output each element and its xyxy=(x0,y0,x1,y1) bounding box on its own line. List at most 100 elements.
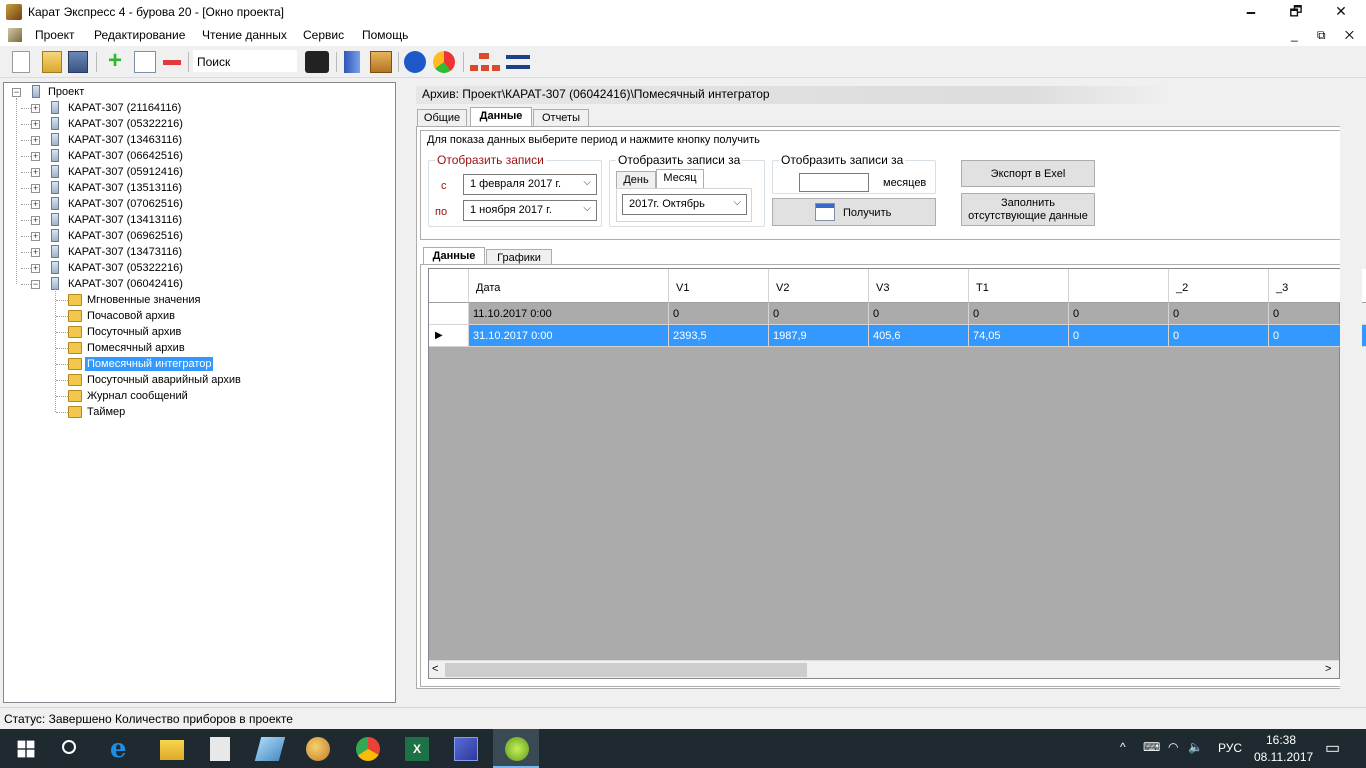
tree-device-item[interactable]: КАРАТ-307 (05322216) xyxy=(68,118,183,130)
column-header[interactable]: V3 xyxy=(869,269,969,303)
column-header[interactable]: _2 xyxy=(1169,269,1269,303)
tab-reports[interactable]: Отчеты xyxy=(533,109,589,126)
horizontal-scrollbar[interactable]: < > xyxy=(429,660,1339,678)
calculator-icon[interactable] xyxy=(210,737,230,761)
notification-icon[interactable]: ▭ xyxy=(1325,738,1340,758)
tree-archive-item[interactable]: Посуточный аварийный архив xyxy=(85,373,243,387)
volume-icon[interactable]: 🔈 xyxy=(1188,740,1203,754)
tree-archive-item[interactable]: Журнал сообщений xyxy=(85,389,190,403)
expand-icon[interactable]: + xyxy=(31,152,40,161)
column-header[interactable] xyxy=(1069,269,1169,303)
table-cell[interactable]: 1987,9 xyxy=(769,325,869,347)
tree-device-item[interactable]: КАРАТ-307 (06042416) xyxy=(68,278,183,290)
book-icon[interactable] xyxy=(344,51,360,73)
collapse-icon[interactable]: − xyxy=(12,88,21,97)
tree-device-item[interactable]: КАРАТ-307 (05322216) xyxy=(68,262,183,274)
expand-icon[interactable]: + xyxy=(31,216,40,225)
expand-icon[interactable]: + xyxy=(31,136,40,145)
table-cell[interactable]: 74,05 xyxy=(969,325,1069,347)
tree-device-item[interactable]: КАРАТ-307 (21164116) xyxy=(68,102,181,114)
clock-date[interactable]: 08.11.2017 xyxy=(1254,750,1313,764)
menu-edit[interactable]: Редактирование xyxy=(94,28,185,42)
tree-device-item[interactable]: КАРАТ-307 (13513116) xyxy=(68,182,182,194)
search-icon[interactable] xyxy=(62,740,76,754)
edge-browser-icon[interactable]: e xyxy=(110,736,134,762)
table-cell[interactable]: 0 xyxy=(1069,325,1169,347)
tree-device-item[interactable]: КАРАТ-307 (13473116) xyxy=(68,246,182,258)
tree-device-item[interactable]: КАРАТ-307 (06962516) xyxy=(68,230,183,242)
row-selector[interactable] xyxy=(429,303,469,325)
expand-icon[interactable]: + xyxy=(31,248,40,257)
table-cell[interactable]: 0 xyxy=(1069,303,1169,325)
language-indicator[interactable]: РУС xyxy=(1218,741,1242,755)
scroll-right-icon[interactable]: > xyxy=(1325,663,1331,675)
expand-icon[interactable]: − xyxy=(31,280,40,289)
remote-desktop-icon[interactable] xyxy=(454,737,478,761)
new-file-icon[interactable] xyxy=(12,51,30,73)
from-date-picker[interactable]: 1 февраля 2017 г. ⌵ xyxy=(463,174,597,195)
expand-icon[interactable]: + xyxy=(31,232,40,241)
minimize-button[interactable]: 🗕 xyxy=(1228,0,1274,24)
tree-device-item[interactable]: КАРАТ-307 (13463116) xyxy=(68,134,182,146)
add-icon[interactable]: + xyxy=(104,49,126,73)
open-folder-icon[interactable] xyxy=(42,51,62,73)
tree-root-label[interactable]: Проект xyxy=(48,86,84,98)
tree-archive-item[interactable]: Помесячный интегратор xyxy=(85,357,214,371)
tree-archive-item[interactable]: Посуточный архив xyxy=(85,325,183,339)
months-count-input[interactable] xyxy=(799,173,869,192)
table-row[interactable]: ▶ 31.10.2017 0:00 2393,5 1987,9 405,6 74,05 0 0… xyxy=(429,325,1366,347)
menu-project[interactable]: Проект xyxy=(35,28,75,42)
table-cell[interactable]: 405,6 xyxy=(869,325,969,347)
tab-general[interactable]: Общие xyxy=(417,109,467,126)
mdi-window-buttons[interactable]: _ ⧉ ✕ xyxy=(1291,28,1362,43)
get-button[interactable]: Получить xyxy=(772,198,936,226)
period-tab-day[interactable]: День xyxy=(616,171,656,188)
expand-icon[interactable]: + xyxy=(31,120,40,129)
read-device-icon[interactable] xyxy=(305,51,329,73)
edit-icon[interactable] xyxy=(134,51,156,73)
search-input[interactable]: Поиск xyxy=(193,50,297,72)
tree-archive-item[interactable]: Почасовой архив xyxy=(85,309,177,323)
tab-data[interactable]: Данные xyxy=(470,107,532,126)
remove-icon[interactable] xyxy=(163,60,181,65)
close-button[interactable]: ✕ xyxy=(1318,0,1364,24)
table-cell[interactable]: 0 xyxy=(969,303,1069,325)
pie-chart-icon[interactable] xyxy=(433,51,455,73)
expand-icon[interactable]: + xyxy=(31,264,40,273)
expand-icon[interactable]: + xyxy=(31,168,40,177)
table-cell[interactable]: 0 xyxy=(769,303,869,325)
tree-archive-item[interactable]: Таймер xyxy=(85,405,127,419)
table-cell[interactable]: 31.10.2017 0:00 xyxy=(469,325,669,347)
table-cell[interactable]: 0 xyxy=(1169,303,1269,325)
tree-archive-item[interactable]: Мгновенные значения xyxy=(85,293,202,307)
menu-service[interactable]: Сервис xyxy=(303,28,344,42)
row-selector[interactable]: ▶ xyxy=(429,325,469,347)
clock-time[interactable]: 16:38 xyxy=(1266,733,1296,747)
file-explorer-icon[interactable] xyxy=(160,740,184,760)
table-cell[interactable]: 2393,5 xyxy=(669,325,769,347)
table-cell[interactable]: 0 xyxy=(869,303,969,325)
hierarchy-icon[interactable] xyxy=(470,51,500,73)
excel-icon[interactable]: X xyxy=(405,737,429,761)
wifi-icon[interactable]: ◠ xyxy=(1168,740,1178,754)
table-row[interactable]: 11.10.2017 0:00 0 0 0 0 0 0 0 xyxy=(429,303,1366,325)
tray-chevron-up-icon[interactable]: ^ xyxy=(1120,740,1126,754)
column-header[interactable]: Дата xyxy=(469,269,669,303)
month-select[interactable]: 2017г. Октябрь ⌵ xyxy=(622,194,747,215)
expand-icon[interactable]: + xyxy=(31,200,40,209)
expand-icon[interactable]: + xyxy=(31,184,40,193)
menu-read-data[interactable]: Чтение данных xyxy=(202,28,287,42)
table-cell[interactable]: 0 xyxy=(669,303,769,325)
tree-device-item[interactable]: КАРАТ-307 (07062516) xyxy=(68,198,183,210)
tree-device-item[interactable]: КАРАТ-307 (13413116) xyxy=(68,214,182,226)
scroll-thumb[interactable] xyxy=(445,663,807,677)
menu-help[interactable]: Помощь xyxy=(362,28,408,42)
expand-icon[interactable]: + xyxy=(31,104,40,113)
restore-button[interactable]: 🗗 xyxy=(1273,0,1319,24)
period-tab-month[interactable]: Месяц xyxy=(656,169,704,188)
save-icon[interactable] xyxy=(68,51,88,73)
keyboard-icon[interactable]: ⌨ xyxy=(1143,740,1160,754)
table-cell[interactable]: 0 xyxy=(1169,325,1269,347)
column-header[interactable]: T1 xyxy=(969,269,1069,303)
to-date-picker[interactable]: 1 ноября 2017 г. ⌵ xyxy=(463,200,597,221)
